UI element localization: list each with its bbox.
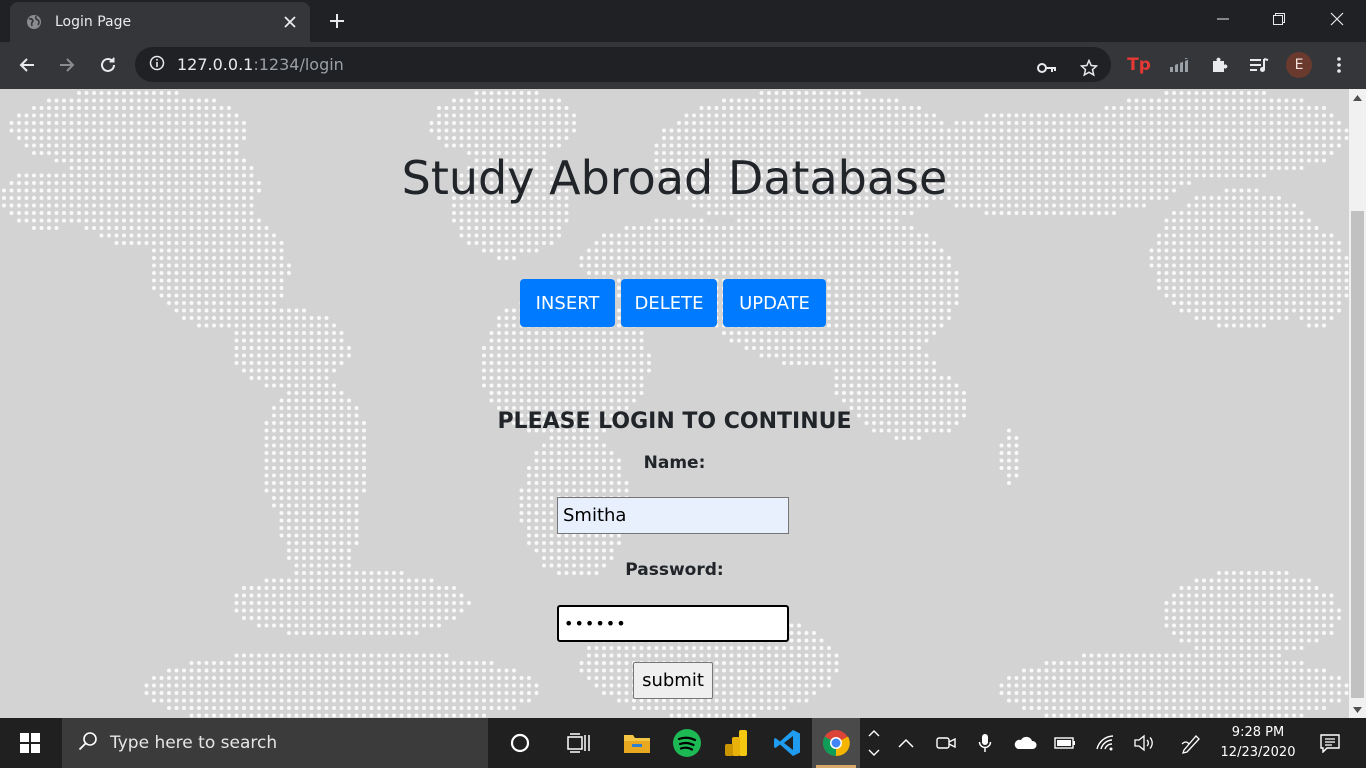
globe-icon xyxy=(24,12,44,32)
site-info-icon[interactable] xyxy=(149,55,165,75)
password-label: Password: xyxy=(625,560,724,580)
action-center-icon[interactable] xyxy=(1310,718,1350,768)
close-tab-icon[interactable] xyxy=(280,12,300,32)
submit-button[interactable]: submit xyxy=(633,662,713,699)
action-buttons: INSERT DELETE UPDATE xyxy=(520,279,826,327)
chrome-taskbar-icon[interactable] xyxy=(812,718,860,768)
url-text: 127.0.0.1:1234/login xyxy=(177,55,344,74)
scroll-thumb[interactable] xyxy=(1351,211,1364,698)
meet-now-icon[interactable] xyxy=(927,718,965,768)
close-window-button[interactable] xyxy=(1308,0,1366,38)
name-input[interactable]: Smitha xyxy=(557,497,789,534)
windows-start-icon[interactable] xyxy=(0,718,60,768)
password-input[interactable]: •••••• xyxy=(557,605,789,642)
forward-arrow-icon[interactable] xyxy=(52,50,82,80)
scroll-up-icon[interactable] xyxy=(1349,89,1366,106)
login-heading: PLEASE LOGIN TO CONTINUE xyxy=(497,409,852,434)
page-content: Study Abroad Database INSERT DELETE UPDA… xyxy=(0,89,1349,718)
spotify-icon[interactable] xyxy=(663,718,711,768)
insert-button[interactable]: INSERT xyxy=(520,279,615,327)
page-scrollbar[interactable] xyxy=(1349,89,1366,718)
battery-icon[interactable] xyxy=(1046,718,1084,768)
clock-date: 12/23/2020 xyxy=(1220,745,1296,760)
onedrive-cloud-icon[interactable] xyxy=(1006,718,1044,768)
search-placeholder: Type here to search xyxy=(110,733,278,753)
taskbar-search-box[interactable]: Type here to search xyxy=(62,718,488,768)
delete-button[interactable]: DELETE xyxy=(621,279,717,327)
page-title: Study Abroad Database xyxy=(401,151,948,205)
key-icon[interactable] xyxy=(1035,56,1059,80)
tab-title: Login Page xyxy=(55,14,132,30)
back-arrow-icon[interactable] xyxy=(12,50,42,80)
reload-icon[interactable] xyxy=(93,50,123,80)
microphone-icon[interactable] xyxy=(966,718,1004,768)
clock-time: 9:28 PM xyxy=(1231,725,1285,740)
browser-tab[interactable]: Login Page xyxy=(10,2,310,42)
minimize-window-button[interactable] xyxy=(1194,0,1252,38)
show-hidden-icons-chevron-icon[interactable] xyxy=(887,718,925,768)
bookmark-star-icon[interactable] xyxy=(1077,56,1101,80)
chart-extension-icon[interactable] xyxy=(1166,52,1192,78)
file-explorer-icon[interactable] xyxy=(613,718,661,768)
restore-window-button[interactable] xyxy=(1250,0,1308,38)
task-view-icon[interactable] xyxy=(555,718,603,768)
tp-extension-icon[interactable]: Tp xyxy=(1126,52,1152,78)
windows-taskbar: Type here to search 9:28 PM 12/23/2020 xyxy=(0,718,1366,768)
new-tab-button[interactable] xyxy=(322,8,352,34)
kebab-menu-icon[interactable] xyxy=(1326,52,1352,78)
cortana-icon[interactable] xyxy=(496,718,544,768)
vscode-icon[interactable] xyxy=(763,718,811,768)
taskbar-scroll-icon[interactable] xyxy=(860,718,888,768)
search-icon xyxy=(78,731,98,755)
profile-avatar[interactable]: E xyxy=(1286,52,1312,78)
address-bar[interactable]: 127.0.0.1:1234/login xyxy=(135,47,1111,82)
update-button[interactable]: UPDATE xyxy=(723,279,826,327)
media-queue-icon[interactable] xyxy=(1246,52,1272,78)
puzzle-extensions-icon[interactable] xyxy=(1206,52,1232,78)
pen-workspace-icon[interactable] xyxy=(1172,718,1210,768)
taskbar-clock[interactable]: 9:28 PM 12/23/2020 xyxy=(1212,718,1304,768)
power-bi-icon[interactable] xyxy=(712,718,760,768)
volume-icon[interactable] xyxy=(1126,718,1164,768)
browser-tab-strip: Login Page xyxy=(0,0,1366,42)
name-label: Name: xyxy=(643,453,706,473)
wifi-icon[interactable] xyxy=(1087,718,1125,768)
scroll-down-icon[interactable] xyxy=(1349,701,1366,718)
